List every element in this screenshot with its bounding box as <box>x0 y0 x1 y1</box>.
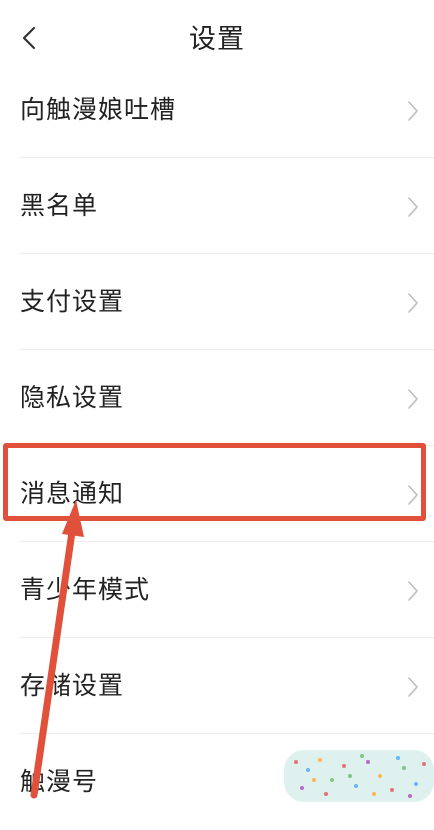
settings-item-label: 消息通知 <box>20 479 125 508</box>
chevron-right-icon <box>408 677 418 697</box>
settings-item-payment[interactable]: 支付设置 <box>0 254 434 350</box>
settings-item-label: 支付设置 <box>20 287 125 316</box>
settings-list: 向触漫娘吐槽 黑名单 支付设置 隐私设置 消息通知 青少年模式 存储设置 触漫号 <box>0 62 434 830</box>
chevron-right-icon <box>408 485 418 505</box>
settings-item-blacklist[interactable]: 黑名单 <box>0 158 434 254</box>
settings-item-label: 青少年模式 <box>20 575 151 604</box>
chevron-right-icon <box>408 101 418 121</box>
settings-item-label: 向触漫娘吐槽 <box>20 95 177 124</box>
settings-item-teen-mode[interactable]: 青少年模式 <box>0 542 434 638</box>
chevron-right-icon <box>408 197 418 217</box>
chevron-right-icon <box>408 581 418 601</box>
chevron-right-icon <box>408 293 418 313</box>
settings-item-privacy[interactable]: 隐私设置 <box>0 350 434 446</box>
chevron-right-icon <box>408 389 418 409</box>
settings-item-feedback[interactable]: 向触漫娘吐槽 <box>0 62 434 158</box>
settings-item-storage[interactable]: 存储设置 <box>0 638 434 734</box>
settings-item-label: 黑名单 <box>20 191 99 220</box>
settings-item-label: 隐私设置 <box>20 383 125 412</box>
settings-item-label: 存储设置 <box>20 671 125 700</box>
redacted-account-id <box>284 750 434 802</box>
page-title: 设置 <box>189 24 245 55</box>
settings-item-label: 触漫号 <box>20 767 99 796</box>
settings-item-notifications[interactable]: 消息通知 <box>0 446 434 542</box>
